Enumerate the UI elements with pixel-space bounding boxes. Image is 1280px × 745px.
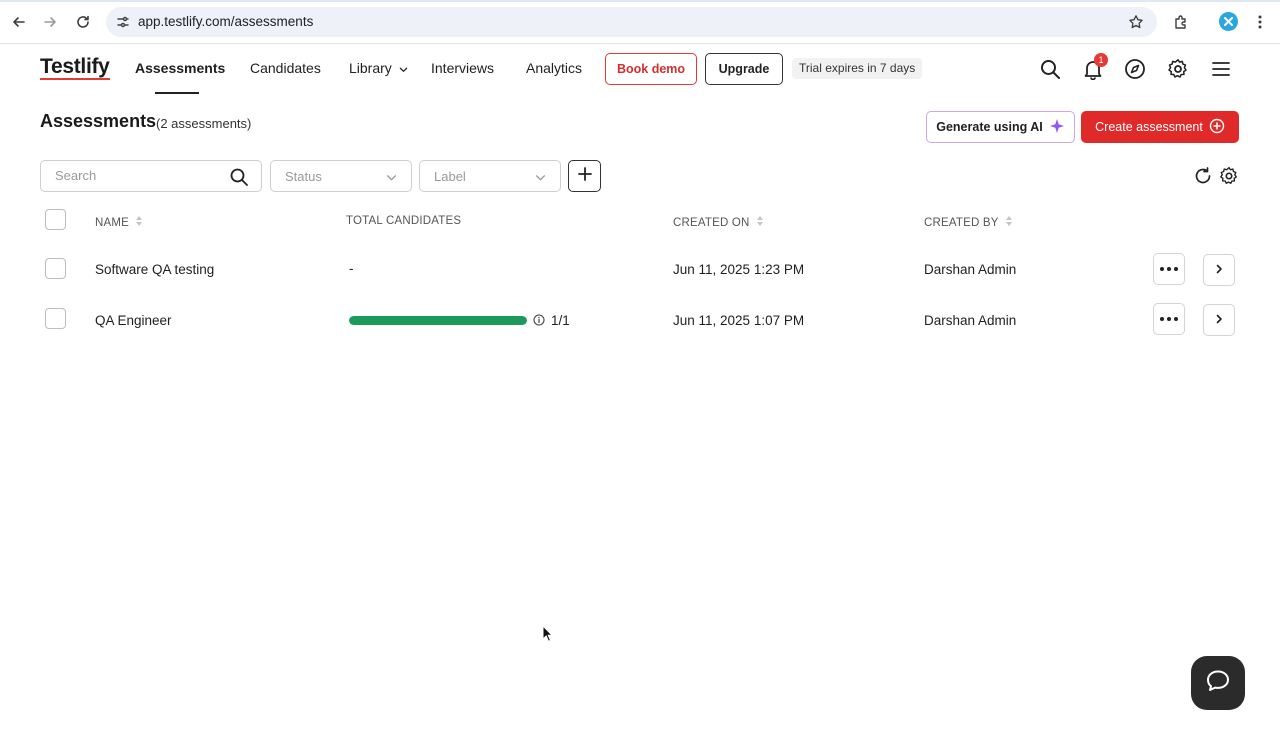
column-header-total-candidates: TOTAL CANDIDATES — [346, 215, 461, 227]
status-placeholder: Status — [285, 169, 322, 184]
chevron-down-icon — [385, 171, 397, 183]
column-header-name-label: NAME — [95, 216, 130, 229]
reload-icon[interactable] — [72, 11, 94, 33]
created-by: Darshan Admin — [924, 313, 1017, 328]
site-settings-icon[interactable] — [114, 13, 132, 31]
label-select[interactable]: Label — [419, 160, 561, 192]
more-dot — [1174, 267, 1178, 271]
extensions-icon[interactable] — [1170, 11, 1192, 33]
generate-ai-label: Generate using AI — [936, 120, 1043, 134]
more-dot — [1167, 267, 1171, 271]
gear-icon[interactable] — [1165, 56, 1191, 82]
mouse-cursor — [542, 624, 554, 643]
bell-icon[interactable]: 1 — [1080, 53, 1108, 82]
assessment-name[interactable]: Software QA testing — [95, 262, 214, 277]
total-candidates: - — [349, 261, 354, 276]
row-more-button[interactable] — [1153, 303, 1185, 335]
page-title: Assessments — [40, 111, 157, 131]
created-by: Darshan Admin — [924, 262, 1017, 277]
nav-library-label: Library — [349, 60, 392, 76]
create-assessment-label: Create assessment — [1095, 120, 1203, 134]
search-input[interactable] — [55, 168, 215, 183]
star-icon[interactable] — [1127, 13, 1145, 31]
sort-icon[interactable] — [135, 215, 143, 230]
column-header-created-on[interactable]: CREATED ON — [673, 215, 764, 230]
upgrade-button[interactable]: Upgrade — [705, 53, 783, 85]
back-icon[interactable] — [8, 11, 30, 33]
table-settings-icon[interactable] — [1218, 165, 1240, 187]
column-header-name[interactable]: NAME — [95, 215, 143, 230]
refresh-icon[interactable] — [1192, 165, 1214, 187]
nav-active-indicator — [155, 92, 199, 94]
nav-analytics[interactable]: Analytics — [526, 60, 582, 76]
plus-icon — [577, 166, 593, 187]
created-on: Jun 11, 2025 1:07 PM — [673, 313, 805, 328]
tab-strip-edge — [0, 0, 1280, 2]
menu-icon[interactable] — [1208, 56, 1234, 82]
label-placeholder: Label — [434, 169, 466, 184]
more-vert-icon[interactable] — [1249, 11, 1271, 33]
more-dot — [1167, 317, 1171, 321]
row-more-button[interactable] — [1153, 253, 1185, 285]
assessment-count: (2 assessments) — [156, 116, 252, 131]
browser-toolbar: app.testlify.com/assessments — [0, 0, 1280, 44]
column-header-created-on-label: CREATED ON — [673, 216, 750, 229]
add-filter-button[interactable] — [568, 160, 601, 192]
search-icon[interactable] — [1037, 56, 1063, 82]
profile-icon[interactable] — [1219, 12, 1238, 31]
assessment-name[interactable]: QA Engineer — [95, 313, 172, 328]
sort-icon[interactable] — [1005, 215, 1013, 230]
book-demo-button[interactable]: Book demo — [605, 53, 697, 85]
help-chat-button[interactable] — [1191, 656, 1245, 710]
create-assessment-button[interactable]: Create assessment — [1081, 111, 1239, 143]
nav-library[interactable]: Library — [349, 60, 408, 77]
address-bar[interactable]: app.testlify.com/assessments — [106, 7, 1157, 37]
logo-underline — [40, 78, 110, 80]
logo[interactable]: Testlify — [40, 55, 110, 80]
candidates-progress-bar — [349, 316, 527, 325]
column-header-total-candidates-label: TOTAL CANDIDATES — [346, 215, 462, 227]
row-open-button[interactable] — [1203, 304, 1235, 336]
more-dot — [1174, 317, 1178, 321]
trial-badge: Trial expires in 7 days — [792, 58, 923, 79]
chevron-down-icon — [534, 171, 546, 183]
generate-ai-button[interactable]: Generate using AI — [926, 111, 1075, 143]
row-checkbox[interactable] — [45, 258, 66, 279]
row-checkbox[interactable] — [45, 308, 66, 329]
sparkle-icon — [1049, 118, 1065, 137]
app-header: Testlify Assessments Candidates Library … — [0, 44, 1280, 94]
row-open-button[interactable] — [1203, 254, 1235, 286]
notification-badge: 1 — [1094, 53, 1108, 67]
nav-assessments[interactable]: Assessments — [135, 60, 225, 76]
forward-icon[interactable] — [39, 11, 61, 33]
chevron-right-icon — [1214, 311, 1224, 329]
nav-candidates[interactable]: Candidates — [250, 60, 321, 76]
progress-fill — [349, 316, 527, 325]
search-field[interactable] — [40, 160, 262, 192]
more-dot — [1160, 267, 1164, 271]
url-text: app.testlify.com/assessments — [138, 14, 314, 29]
info-icon[interactable] — [533, 314, 545, 326]
total-candidates: 1/1 — [551, 313, 570, 328]
more-dot — [1160, 317, 1164, 321]
search-icon[interactable] — [228, 166, 250, 188]
nav-interviews[interactable]: Interviews — [431, 60, 494, 76]
chat-icon — [1205, 669, 1231, 698]
chevron-right-icon — [1214, 261, 1224, 279]
compass-icon[interactable] — [1122, 56, 1148, 82]
sort-icon[interactable] — [756, 215, 764, 230]
plus-circle-icon — [1209, 118, 1225, 137]
status-select[interactable]: Status — [270, 160, 412, 192]
column-header-created-by-label: CREATED BY — [924, 216, 999, 229]
created-on: Jun 11, 2025 1:23 PM — [673, 262, 805, 277]
column-header-created-by[interactable]: CREATED BY — [924, 215, 1013, 230]
select-all-checkbox[interactable] — [45, 209, 66, 230]
chevron-down-icon — [399, 61, 408, 77]
